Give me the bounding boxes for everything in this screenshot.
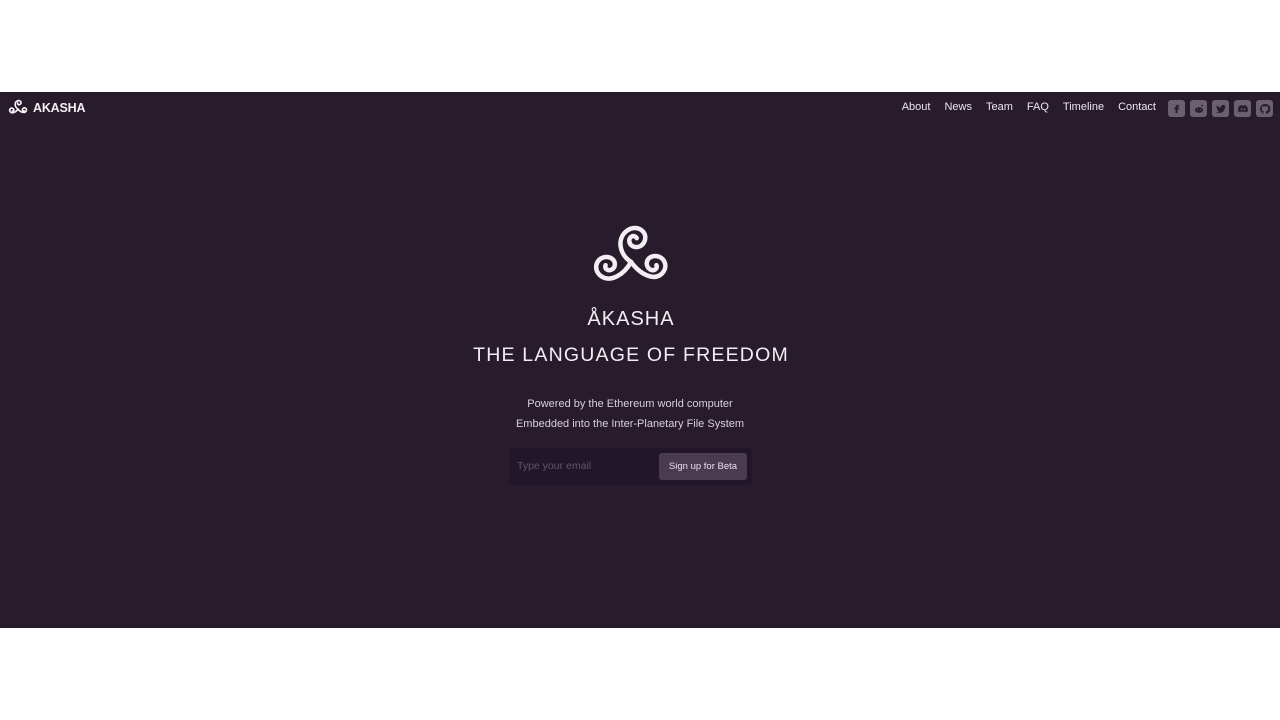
- triskelion-icon: [8, 99, 28, 114]
- social-links: [1168, 100, 1273, 117]
- beta-signup-form: Sign up for Beta: [509, 448, 752, 485]
- nav-link-contact[interactable]: Contact: [1118, 101, 1156, 113]
- hero-brand-name: ÅKASHA: [587, 308, 675, 330]
- nav-link-faq[interactable]: FAQ: [1027, 101, 1049, 113]
- email-input[interactable]: [515, 455, 659, 477]
- hero-tagline: THE LANGUAGE OF FREEDOM: [473, 344, 789, 366]
- nav-link-news[interactable]: News: [944, 101, 972, 113]
- signup-beta-button[interactable]: Sign up for Beta: [659, 453, 747, 480]
- page-frame: AKASHA About News Team FAQ Timeline Cont…: [0, 92, 1280, 628]
- nav-links: About News Team FAQ Timeline Contact: [902, 101, 1156, 113]
- hero-subtitle-ipfs: Embedded into the Inter-Planetary File S…: [515, 418, 745, 430]
- hero-subtitle-ethereum: Powered by the Ethereum world computer: [527, 398, 733, 410]
- brand-home-link[interactable]: AKASHA: [7, 97, 85, 119]
- triskelion-icon: [593, 225, 668, 281]
- facebook-icon[interactable]: [1168, 100, 1185, 117]
- nav-link-team[interactable]: Team: [986, 101, 1013, 113]
- reddit-icon[interactable]: [1190, 100, 1207, 117]
- discord-icon[interactable]: [1234, 100, 1251, 117]
- twitter-icon[interactable]: [1212, 100, 1229, 117]
- nav-link-timeline[interactable]: Timeline: [1063, 101, 1104, 113]
- github-icon[interactable]: [1256, 100, 1273, 117]
- brand-name: AKASHA: [33, 101, 86, 115]
- top-navigation: AKASHA About News Team FAQ Timeline Cont…: [0, 92, 1280, 124]
- nav-link-about[interactable]: About: [902, 101, 931, 113]
